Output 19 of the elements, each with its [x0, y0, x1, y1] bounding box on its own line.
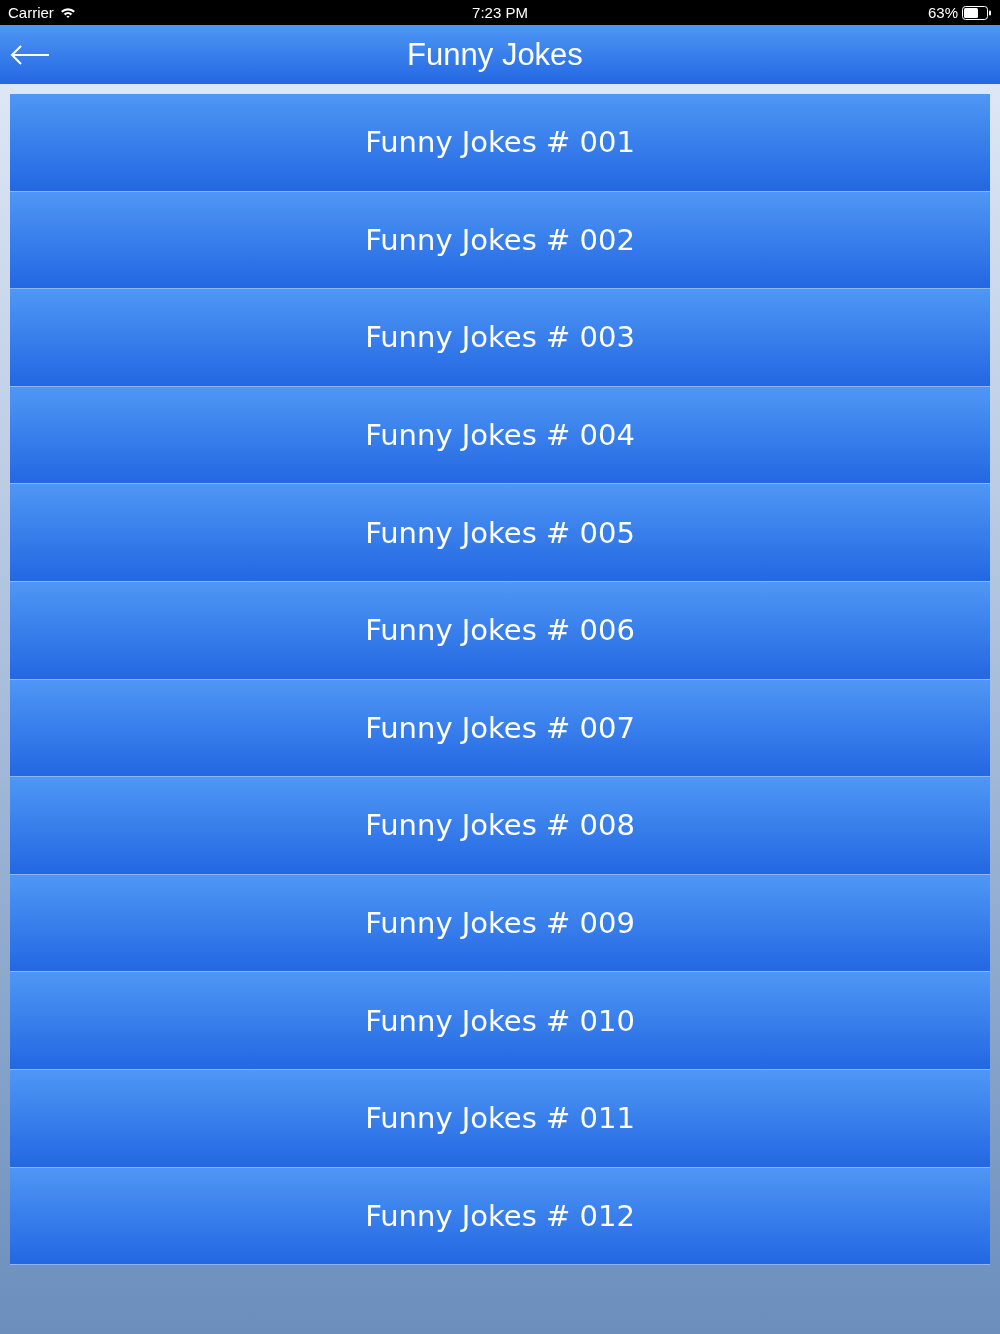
joke-list-item[interactable]: Funny Jokes # 003	[10, 289, 990, 387]
joke-list-item[interactable]: Funny Jokes # 001	[10, 94, 990, 192]
carrier-label: Carrier	[8, 4, 54, 21]
wifi-icon	[59, 6, 76, 19]
joke-list-item[interactable]: Funny Jokes # 011	[10, 1069, 990, 1168]
joke-list-item[interactable]: Funny Jokes # 004	[10, 386, 990, 485]
joke-list-item[interactable]: Funny Jokes # 005	[10, 484, 990, 582]
joke-list-item[interactable]: Funny Jokes # 002	[10, 191, 990, 290]
joke-list-item[interactable]: Funny Jokes # 008	[10, 777, 990, 875]
joke-list-item[interactable]: Funny Jokes # 007	[10, 679, 990, 778]
screen-title: Funny Jokes	[406, 36, 584, 73]
joke-list-item[interactable]: Funny Jokes # 006	[10, 581, 990, 680]
battery-percent: 63%	[927, 4, 958, 21]
battery-icon	[962, 5, 992, 20]
joke-list-item[interactable]: Funny Jokes # 012	[10, 1167, 990, 1266]
joke-list-item[interactable]: Funny Jokes # 009	[10, 874, 990, 973]
back-arrow-icon	[10, 43, 50, 66]
status-time: 7:23 PM	[472, 4, 528, 21]
joke-list-item[interactable]: Funny Jokes # 010	[10, 972, 990, 1070]
